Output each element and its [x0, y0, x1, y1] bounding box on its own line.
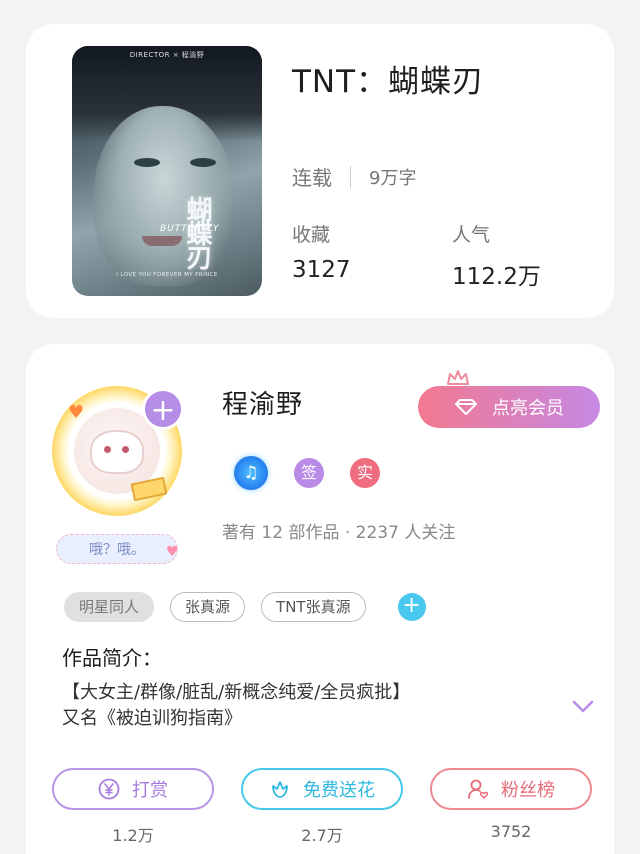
vip-button-label: 点亮会员: [492, 398, 564, 419]
word-count: 9万字: [369, 167, 417, 189]
tip-label: 打赏: [132, 780, 168, 801]
flower-count: 2.7万: [301, 826, 343, 845]
tip-button[interactable]: 打赏: [52, 768, 214, 810]
author-info-card: ♥ + 哦？哦。 ♥ 程渝野 点亮会员 ♫ 签 实 著有 12 部作品 · 22…: [26, 344, 614, 854]
verified-badge[interactable]: 实: [350, 458, 380, 488]
fans-action: 粉丝榜 3752: [430, 768, 592, 846]
book-status-row: 连载 9万字: [292, 162, 416, 191]
favorites-stat: 收藏 3127: [292, 220, 351, 283]
flower-label: 免费送花: [303, 780, 375, 801]
music-note-icon[interactable]: ♫: [234, 456, 268, 490]
send-flower-button[interactable]: 免费送花: [241, 768, 403, 810]
cover-bottom-text: I LOVE YOU FOREVER MY PRINCE: [116, 272, 218, 278]
heart-icon: ♥: [68, 402, 85, 423]
chevron-down-icon[interactable]: [572, 700, 594, 714]
yen-coin-icon: [98, 778, 120, 800]
tag-item[interactable]: TNT张真源: [261, 592, 366, 622]
author-meta: 著有 12 部作品 · 2237 人关注: [222, 523, 456, 543]
cover-face-shape: [94, 106, 234, 286]
popularity-stat: 人气 112.2万: [452, 220, 541, 291]
status-divider: [350, 165, 351, 188]
author-status-bubble: 哦？哦。: [56, 534, 178, 564]
popularity-label: 人气: [452, 224, 491, 246]
follow-plus-button[interactable]: +: [142, 388, 184, 430]
intro-line: 又名《被迫训狗指南》: [62, 708, 242, 729]
flower-action: 免费送花 2.7万: [241, 768, 403, 846]
intro-line: 【大女主/群像/脏乱/新概念纯爱/全员疯批】: [62, 682, 411, 703]
book-title: TNT：蝴蝶刃: [292, 64, 485, 100]
heart-icon: ♥: [166, 544, 179, 560]
cat-eye-right: [122, 446, 129, 453]
user-heart-icon: [468, 779, 489, 799]
crown-icon: [447, 370, 469, 385]
popularity-value: 112.2万: [452, 264, 541, 290]
book-cover-image[interactable]: DIRECTOR × 程渝野 蝴蝶刃 BUTTERFLY I LOVE YOU …: [72, 46, 262, 296]
avatar-cat-figure: [90, 430, 144, 474]
cover-eye-right: [190, 158, 216, 167]
cover-en-title: BUTTERFLY: [160, 224, 220, 234]
tip-action: 打赏 1.2万: [52, 768, 214, 846]
intro-text[interactable]: 【大女主/群像/脏乱/新概念纯爱/全员疯批】 又名《被迫训狗指南》: [62, 680, 542, 732]
signed-badge[interactable]: 签: [294, 458, 324, 488]
author-badges: ♫ 签 实: [234, 456, 406, 490]
fans-label: 粉丝榜: [501, 780, 555, 801]
author-name[interactable]: 程渝野: [222, 384, 303, 421]
intro-heading: 作品简介：: [62, 646, 162, 670]
favorites-value: 3127: [292, 257, 351, 283]
cat-eye-left: [104, 446, 111, 453]
tag-item[interactable]: 明星同人: [64, 592, 155, 622]
diamond-icon: [455, 399, 477, 415]
tag-item[interactable]: 张真源: [170, 592, 246, 622]
book-info-card: DIRECTOR × 程渝野 蝴蝶刃 BUTTERFLY I LOVE YOU …: [26, 24, 614, 318]
favorites-label: 收藏: [292, 224, 331, 246]
activate-vip-button[interactable]: 点亮会员: [418, 386, 600, 428]
fans-count: 3752: [490, 822, 532, 841]
action-row: 打赏 1.2万 免费送花 2.7万 粉丝榜 3752: [52, 768, 592, 846]
flower-icon: [272, 781, 288, 798]
book-tags: 明星同人 张真源 TNT张真源 +: [64, 592, 426, 622]
fans-ranking-button[interactable]: 粉丝榜: [430, 768, 592, 810]
serial-status: 连载: [292, 166, 332, 190]
cover-mouth: [142, 236, 182, 246]
cover-top-text: DIRECTOR × 程渝野: [129, 51, 205, 59]
cover-eye-left: [134, 158, 160, 167]
tip-count: 1.2万: [112, 826, 154, 845]
add-tag-button[interactable]: +: [397, 593, 426, 621]
